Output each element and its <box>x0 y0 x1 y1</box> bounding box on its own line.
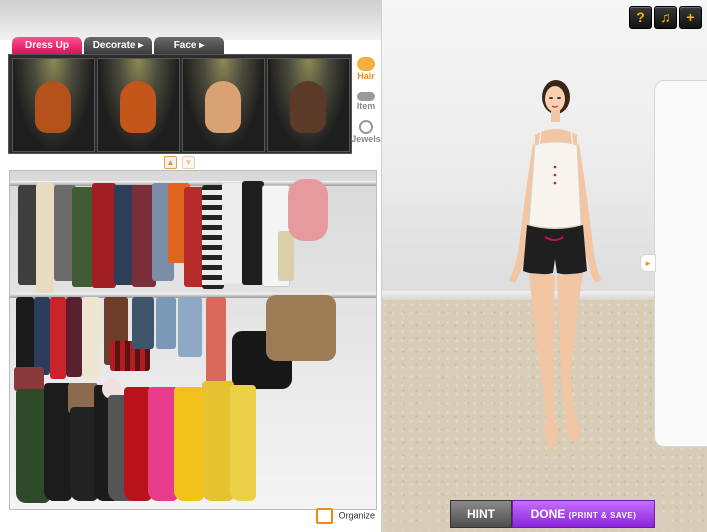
organize-icon <box>316 508 333 524</box>
closet-denim-shorts[interactable] <box>178 297 202 357</box>
closet-necklace[interactable] <box>206 297 226 383</box>
hint-button[interactable]: HINT <box>450 500 512 528</box>
closet-top[interactable] <box>92 183 116 288</box>
hair-swatch-icon <box>290 81 326 133</box>
scroll-down-button[interactable]: ▼ <box>182 156 195 169</box>
hat-icon <box>357 92 375 101</box>
hair-option[interactable] <box>182 58 265 152</box>
closet-boot[interactable] <box>174 387 204 501</box>
closet <box>9 170 377 510</box>
game-stage: ▸ ? ♫ + Dress Up Decorate ▸ Face ▸ Hair … <box>0 0 707 532</box>
tab-face[interactable]: Face ▸ <box>154 37 224 54</box>
closet-jacket[interactable] <box>72 187 94 287</box>
category-jewels-label: Jewels <box>351 134 381 144</box>
drawer-toggle-button[interactable]: ▸ <box>640 254 656 272</box>
hair-option[interactable] <box>12 58 95 152</box>
hair-option[interactable] <box>97 58 180 152</box>
hair-option[interactable] <box>267 58 350 152</box>
closet-striped-top[interactable] <box>202 185 224 289</box>
panel-header <box>0 0 381 40</box>
closet-denim-shorts[interactable] <box>132 297 154 349</box>
closet-pants[interactable] <box>82 297 100 379</box>
closet-jacket[interactable] <box>242 181 264 285</box>
wardrobe-panel: Dress Up Decorate ▸ Face ▸ Hair Item Jew… <box>0 0 382 532</box>
done-sublabel: (PRINT & SAVE) <box>568 511 637 520</box>
category-hair[interactable]: Hair <box>351 57 381 81</box>
dressup-model[interactable] <box>495 75 610 460</box>
category-item[interactable]: Item <box>351 92 381 111</box>
closet-pants[interactable] <box>66 297 82 377</box>
done-label: DONE <box>530 507 566 521</box>
done-button[interactable]: DONE (PRINT & SAVE) <box>512 500 655 528</box>
organize-label: Organize <box>338 510 376 521</box>
closet-jeans[interactable] <box>34 297 50 375</box>
add-button[interactable]: + <box>679 6 702 29</box>
tab-face-arrow-icon: ▸ <box>199 40 205 51</box>
closet-scarf-pink[interactable] <box>288 179 328 241</box>
closet-denim-shorts[interactable] <box>156 297 176 349</box>
hair-selector <box>8 54 352 154</box>
music-button[interactable]: ♫ <box>654 6 677 29</box>
closet-scarf[interactable] <box>36 183 54 293</box>
category-hair-label: Hair <box>357 71 375 81</box>
scroll-up-button[interactable]: ▲ <box>164 156 177 169</box>
category-jewels[interactable]: Jewels <box>351 120 381 144</box>
closet-socks[interactable] <box>14 367 44 391</box>
tab-dress-up[interactable]: Dress Up <box>12 37 82 54</box>
help-button[interactable]: ? <box>629 6 652 29</box>
side-drawer <box>654 80 707 447</box>
tab-face-label: Face <box>173 40 197 51</box>
ring-icon <box>359 120 373 134</box>
organize-button[interactable]: Organize <box>316 508 375 524</box>
tab-decorate-arrow-icon: ▸ <box>138 40 144 51</box>
closet-brown-bag[interactable] <box>266 295 336 361</box>
category-item-label: Item <box>356 101 376 111</box>
hair-swatch-icon <box>205 81 241 133</box>
tab-decorate[interactable]: Decorate ▸ <box>84 37 152 54</box>
closet-boot[interactable] <box>230 385 256 501</box>
closet-knit[interactable] <box>278 231 294 281</box>
tab-decorate-label: Decorate <box>92 40 136 51</box>
hair-swatch-icon <box>120 81 156 133</box>
hair-swatch-icon <box>35 81 71 133</box>
closet-pants[interactable] <box>16 297 34 375</box>
hair-icon <box>357 57 375 71</box>
closet-pants[interactable] <box>50 297 66 379</box>
